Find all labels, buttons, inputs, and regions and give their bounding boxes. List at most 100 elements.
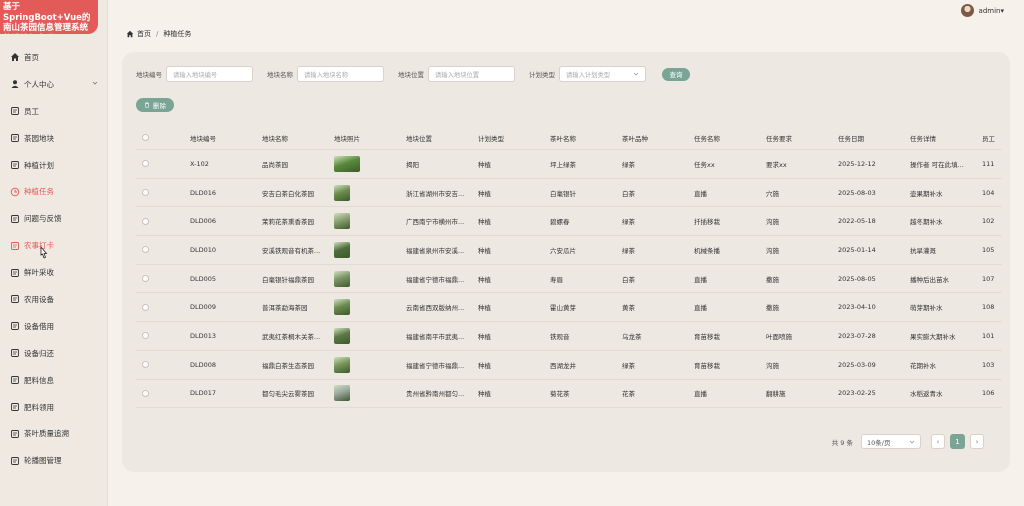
- plan-type-select[interactable]: 请输入计划类型: [559, 66, 646, 82]
- row-checkbox[interactable]: [142, 189, 149, 197]
- table-row[interactable]: DLD008 福鼎白茶生态茶园 福建省宁德市福鼎... 种植 西湖龙井 绿茶 育苗移栽 沟施 2…: [136, 351, 1002, 380]
- sidebar-item-6[interactable]: 种植任务: [0, 178, 108, 205]
- sidebar-item-label: 个人中心: [24, 79, 54, 89]
- sidebar-item-15[interactable]: 茶叶质量追溯: [0, 420, 108, 447]
- sidebar-item-9[interactable]: 鲜叶采收: [0, 259, 108, 286]
- next-page-button[interactable]: ›: [970, 434, 984, 449]
- task-table: 地块编号 地块名称 地块照片 地块位置 计划类型 茶叶名称 茶叶品种 任务名称 任务要求 任务日期…: [136, 126, 1002, 409]
- sidebar-item-4[interactable]: 茶园地块: [0, 125, 108, 152]
- sidebar-item-label: 种植任务: [24, 187, 54, 197]
- cell-date: 2025-12-12: [838, 159, 876, 168]
- cell-detail: 萌芽期补水: [910, 304, 943, 313]
- sidebar-item-11[interactable]: 设备借用: [0, 313, 108, 340]
- plot-photo-cell: [334, 265, 350, 293]
- table-row[interactable]: DLD013 武夷红茶桐木关茶... 福建省南平市武夷... 种植 铁观音 乌龙茶 育苗移栽…: [136, 322, 1002, 351]
- cell-date: 2025-08-03: [838, 188, 876, 197]
- plot-photo-cell: [334, 293, 350, 321]
- row-checkbox-cell: [142, 380, 149, 408]
- plot-location-input[interactable]: 请输入地块位置: [428, 66, 515, 82]
- plot-photo[interactable]: [334, 327, 350, 344]
- row-checkbox[interactable]: [142, 303, 149, 311]
- sidebar-item-14[interactable]: 肥料领用: [0, 394, 108, 421]
- cell-variety: 黄茶: [622, 304, 635, 313]
- table-row[interactable]: X-102 品尚茶园 揭阳 种植 坪上绿茶 绿茶 任务xx 要求xx 2025-12-12 操作者…: [136, 150, 1002, 179]
- prev-page-button[interactable]: ‹: [931, 434, 945, 449]
- table-row[interactable]: DLD010 安溪铁观音有机茶... 福建省泉州市安溪... 种植 六安瓜片 绿茶 机械条播…: [136, 236, 1002, 265]
- row-checkbox-cell: [142, 322, 149, 350]
- cell-location: 福建省宁德市福鼎...: [406, 275, 465, 284]
- plot-photo[interactable]: [334, 184, 350, 201]
- plot-photo-cell: [334, 380, 350, 408]
- row-checkbox[interactable]: [142, 217, 149, 225]
- cell-detail: 水稻返青水: [910, 390, 943, 399]
- plot-photo[interactable]: [334, 356, 350, 373]
- cell-date: 2023-02-25: [838, 389, 876, 398]
- avatar[interactable]: [960, 4, 974, 17]
- sidebar-item-3[interactable]: 员工: [0, 98, 108, 125]
- plan-icon: [10, 160, 20, 170]
- query-button[interactable]: 查询: [662, 67, 690, 81]
- cell-date: 2023-07-28: [838, 331, 876, 340]
- plot-photo[interactable]: [334, 213, 350, 230]
- cell-plan-type: 种植: [478, 361, 491, 370]
- breadcrumb-home[interactable]: 首页: [137, 29, 151, 39]
- table-row[interactable]: DLD009 普洱茶勐海茶园 云南省西双版纳州... 种植 霍山黄芽 黄茶 直播 撒施 2023…: [136, 293, 1002, 323]
- cell-name: 都匀毛尖云雾茶园: [262, 390, 314, 399]
- select-all-checkbox[interactable]: [142, 134, 149, 141]
- sidebar-item-label: 茶叶质量追溯: [24, 429, 69, 439]
- sidebar-menu: 首页个人中心员工 茶园地块 种植计划种植任务问题与反馈 农事打卡 鲜叶采收农用设备设备借…: [0, 44, 108, 474]
- sidebar-item-5[interactable]: 种植计划: [0, 152, 108, 179]
- chevron-down-icon[interactable]: ▾: [1000, 7, 1004, 15]
- plot-name-input[interactable]: 请输入地块名称: [297, 66, 384, 82]
- row-checkbox[interactable]: [142, 160, 149, 168]
- chevron-down-icon: [633, 72, 639, 76]
- sidebar-item-8[interactable]: 农事打卡: [0, 232, 108, 259]
- plot-photo-cell: [334, 207, 350, 235]
- table-row[interactable]: DLD006 茉莉花茶熏香茶园 广西南宁市横州市... 种植 碧螺春 绿茶 扦插移栽 沟施 20…: [136, 207, 1002, 237]
- sidebar-item-7[interactable]: 问题与反馈: [0, 205, 108, 232]
- table-row[interactable]: DLD005 白毫银针福鼎茶园 福建省宁德市福鼎... 种植 寿眉 白茶 直播 撒施 2025-…: [136, 265, 1002, 294]
- row-checkbox[interactable]: [142, 275, 149, 283]
- fertilizer-use-icon: [10, 402, 20, 412]
- sidebar-item-label: 农用设备: [24, 294, 54, 304]
- page-size-select[interactable]: 10条/页: [861, 434, 921, 449]
- sidebar-item-10[interactable]: 农用设备: [0, 286, 108, 313]
- column-header: 员工: [982, 134, 995, 143]
- cell-detail: 壶果期补水: [910, 189, 943, 198]
- table-row[interactable]: DLD017 都匀毛尖云雾茶园 贵州省黔南州都匀... 种植 菊花茶 花茶 直播 翻耕施 202…: [136, 380, 1002, 409]
- sidebar-item-1[interactable]: 首页: [0, 44, 108, 71]
- sidebar-item-16[interactable]: 轮播图管理: [0, 447, 108, 474]
- sidebar-item-13[interactable]: 肥料信息: [0, 367, 108, 394]
- plot-photo[interactable]: [334, 385, 350, 402]
- sidebar-item-12[interactable]: 设备归还: [0, 340, 108, 367]
- row-checkbox[interactable]: [142, 389, 149, 397]
- table-row[interactable]: DLD016 安吉白茶白化茶园 浙江省湖州市安吉... 种植 白毫银针 白茶 直播 穴施 202…: [136, 179, 1002, 208]
- row-checkbox-cell: [142, 265, 149, 293]
- page-number-current[interactable]: 1: [950, 434, 965, 449]
- row-checkbox[interactable]: [142, 332, 149, 340]
- cell-location: 福建省宁德市福鼎...: [406, 361, 465, 370]
- cell-tea-name: 菊花茶: [550, 390, 570, 399]
- plot-photo[interactable]: [334, 155, 360, 172]
- plot-photo[interactable]: [334, 270, 350, 287]
- user-menu[interactable]: admin ▾: [960, 4, 1004, 17]
- cell-req: 沟施: [766, 246, 779, 255]
- plot-photo[interactable]: [334, 299, 350, 316]
- cell-code: X-102: [190, 159, 209, 168]
- plot-photo[interactable]: [334, 241, 350, 258]
- row-checkbox[interactable]: [142, 361, 149, 369]
- cell-plan-type: 种植: [478, 332, 491, 341]
- sidebar-item-2[interactable]: 个人中心: [0, 71, 108, 98]
- plot-photo-cell: [334, 236, 350, 264]
- row-checkbox[interactable]: [142, 246, 149, 254]
- breadcrumb: 首页 / 种植任务: [126, 29, 191, 39]
- column-header: 地块照片: [334, 134, 360, 143]
- delete-button[interactable]: 删除: [136, 98, 174, 112]
- cell-task: 直播: [694, 304, 707, 313]
- cell-date: 2023-04-10: [838, 303, 876, 312]
- username[interactable]: admin: [979, 7, 1001, 15]
- column-header: 地块名称: [262, 134, 288, 143]
- plot-code-input[interactable]: 请输入地块编号: [166, 66, 253, 82]
- cell-plan-type: 种植: [478, 390, 491, 399]
- main-card: 地块编号 请输入地块编号 地块名称 请输入地块名称 地块位置 请输入地块位置 计…: [122, 52, 1010, 472]
